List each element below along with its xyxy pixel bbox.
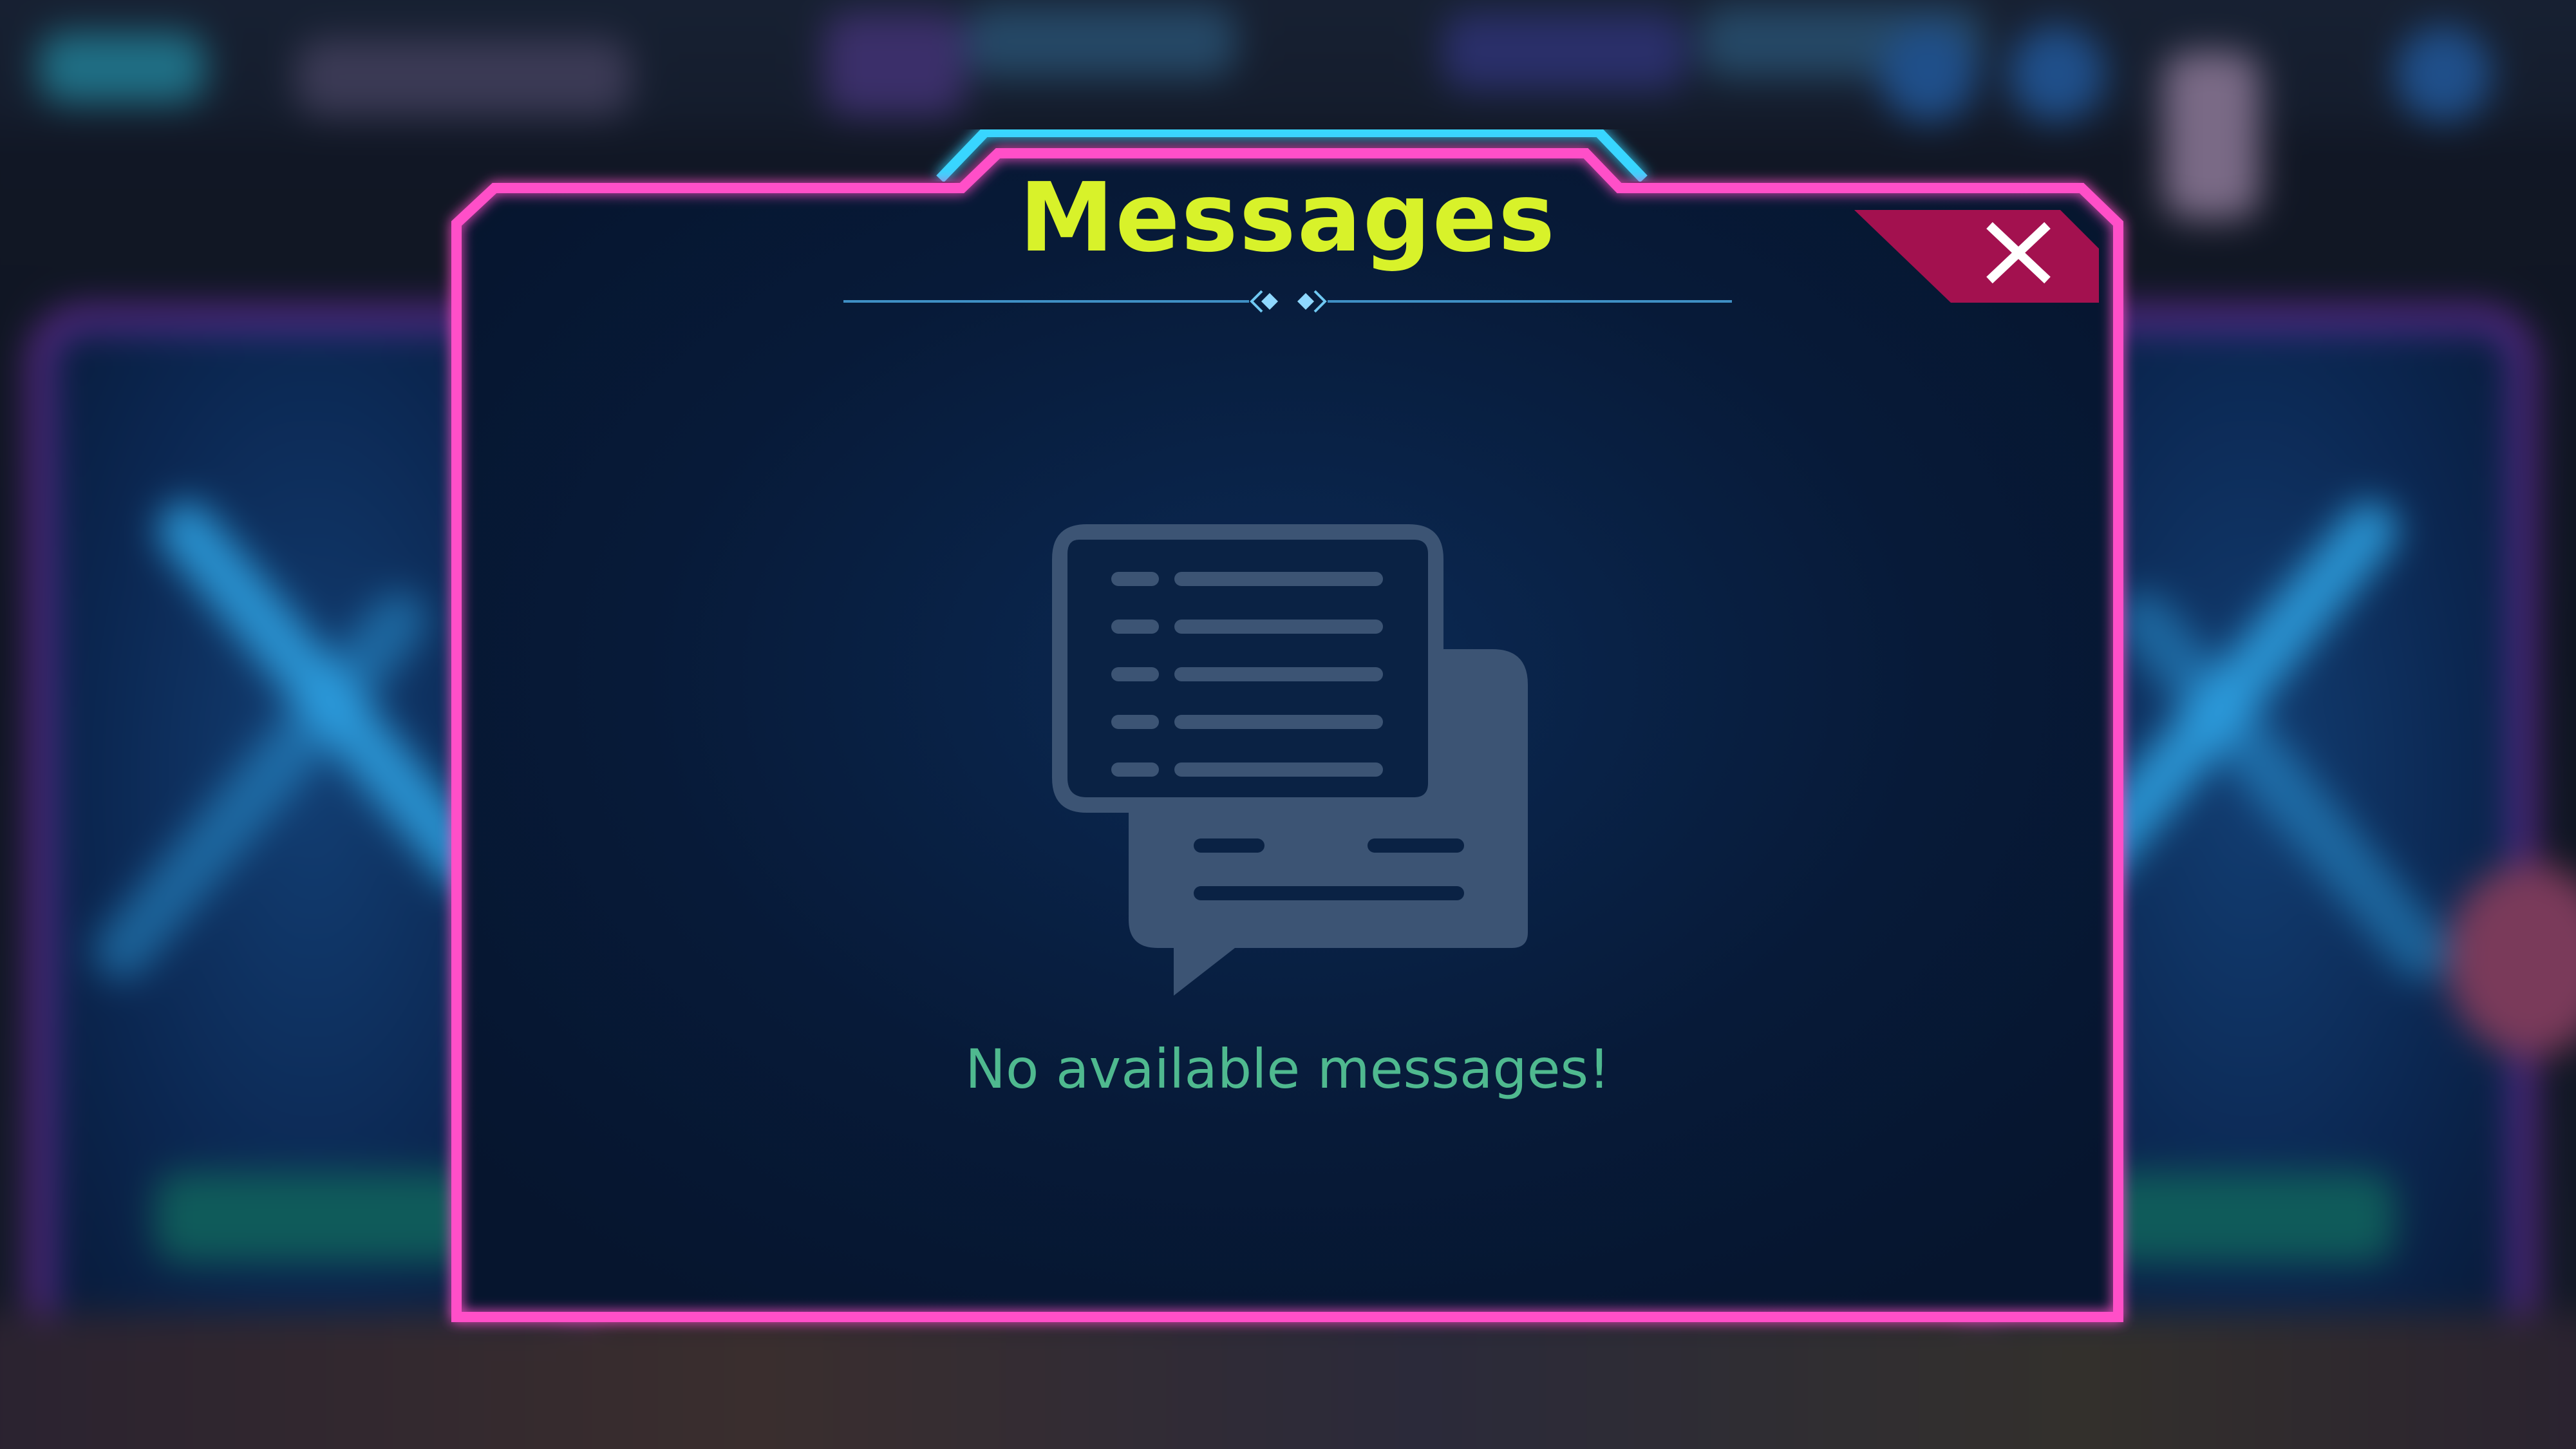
empty-state-text: No available messages! [965, 1037, 1610, 1101]
close-button[interactable] [1854, 206, 2099, 309]
modal-title: Messages [1019, 162, 1557, 273]
game-screen: Messages No available messages! [0, 0, 2576, 1449]
chat-bubbles-icon [1052, 524, 1528, 996]
